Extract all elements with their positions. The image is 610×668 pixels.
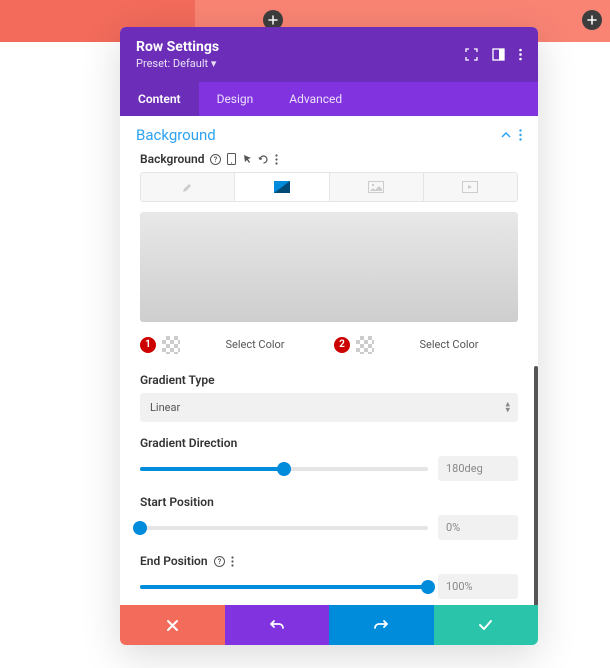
start-position-label: Start Position: [140, 495, 518, 509]
section-controls: [501, 129, 522, 141]
bg-type-color[interactable]: [141, 173, 235, 201]
chevron-down-icon: ▾: [211, 57, 217, 70]
svg-text:?: ?: [217, 558, 221, 566]
row-settings-modal: Row Settings Preset: Default ▾ Content D…: [120, 27, 538, 645]
gradient-direction-value[interactable]: [438, 456, 518, 481]
modal-title: Row Settings: [136, 39, 219, 55]
redo-icon: [373, 618, 389, 632]
gradient-type-group: Gradient Type Linear ▴▾: [140, 373, 518, 422]
image-icon: [368, 181, 384, 193]
tab-design[interactable]: Design: [199, 82, 272, 116]
gradient-type-label: Gradient Type: [140, 373, 518, 387]
bg-type-video[interactable]: [424, 173, 517, 201]
svg-text:?: ?: [214, 156, 218, 164]
gradient-direction-slider[interactable]: [140, 467, 428, 471]
bg-type-gradient[interactable]: [235, 173, 329, 201]
modal-header: Row Settings Preset: Default ▾: [120, 27, 538, 82]
undo-icon: [269, 618, 285, 632]
scrollbar[interactable]: [534, 366, 538, 605]
gradient-preview: [140, 212, 518, 322]
color-stops: 1 Select Color 2 Select Color: [140, 334, 518, 355]
tabs: Content Design Advanced: [120, 82, 538, 116]
gradient-direction-group: Gradient Direction: [140, 436, 518, 481]
color-label-1: Select Color: [186, 334, 324, 355]
bg-type-tabs: [140, 172, 518, 202]
tab-advanced[interactable]: Advanced: [271, 82, 360, 116]
cancel-button[interactable]: [120, 605, 225, 645]
add-section-button-2[interactable]: [582, 10, 602, 30]
hover-icon[interactable]: [242, 154, 252, 165]
plus-icon: [268, 15, 278, 25]
modal-content: Background Background ?: [120, 116, 538, 605]
help-icon[interactable]: ?: [210, 154, 221, 165]
start-position-group: Start Position: [140, 495, 518, 540]
end-position-label: End Position ?: [140, 554, 518, 568]
gradient-type-select[interactable]: Linear: [140, 393, 518, 422]
undo-button[interactable]: [225, 605, 330, 645]
reset-icon[interactable]: [258, 154, 269, 165]
label-icons: ?: [210, 153, 278, 165]
color-label-2: Select Color: [380, 334, 518, 355]
badge-2: 2: [334, 337, 350, 353]
tablet-icon[interactable]: [227, 153, 236, 165]
start-position-value[interactable]: [438, 515, 518, 540]
paint-icon: [181, 180, 195, 194]
color-swatch-2: [356, 336, 374, 354]
kebab-icon[interactable]: [231, 556, 234, 567]
section-body: Background ?: [120, 152, 538, 605]
color-stop-1[interactable]: 1 Select Color: [140, 334, 324, 355]
kebab-icon[interactable]: [519, 48, 522, 61]
chevron-up-icon[interactable]: [501, 132, 511, 138]
color-stop-2[interactable]: 2 Select Color: [334, 334, 518, 355]
bg-type-image[interactable]: [330, 173, 424, 201]
end-position-slider[interactable]: [140, 585, 428, 589]
background-label: Background ?: [140, 152, 518, 166]
end-position-value[interactable]: [438, 574, 518, 599]
plus-icon: [587, 15, 597, 25]
badge-1: 1: [140, 337, 156, 353]
close-icon: [166, 619, 179, 632]
section-title[interactable]: Background: [136, 126, 216, 144]
expand-icon[interactable]: [465, 48, 478, 61]
modal-preset[interactable]: Preset: Default ▾: [136, 57, 219, 70]
section-header: Background: [120, 116, 538, 152]
help-icon[interactable]: ?: [214, 556, 225, 567]
color-swatch-1: [162, 336, 180, 354]
header-icons: [465, 48, 522, 61]
video-icon: [462, 181, 478, 193]
start-position-slider[interactable]: [140, 526, 428, 530]
gradient-icon: [274, 181, 290, 193]
modal-footer: [120, 605, 538, 645]
save-button[interactable]: [434, 605, 539, 645]
check-icon: [478, 619, 493, 631]
end-position-group: End Position ?: [140, 554, 518, 599]
redo-button[interactable]: [329, 605, 434, 645]
modal-title-group: Row Settings Preset: Default ▾: [136, 39, 219, 70]
kebab-icon[interactable]: [275, 154, 278, 165]
gradient-direction-label: Gradient Direction: [140, 436, 518, 450]
snap-icon[interactable]: [492, 48, 505, 61]
kebab-icon[interactable]: [519, 129, 522, 141]
tab-content[interactable]: Content: [120, 82, 199, 116]
